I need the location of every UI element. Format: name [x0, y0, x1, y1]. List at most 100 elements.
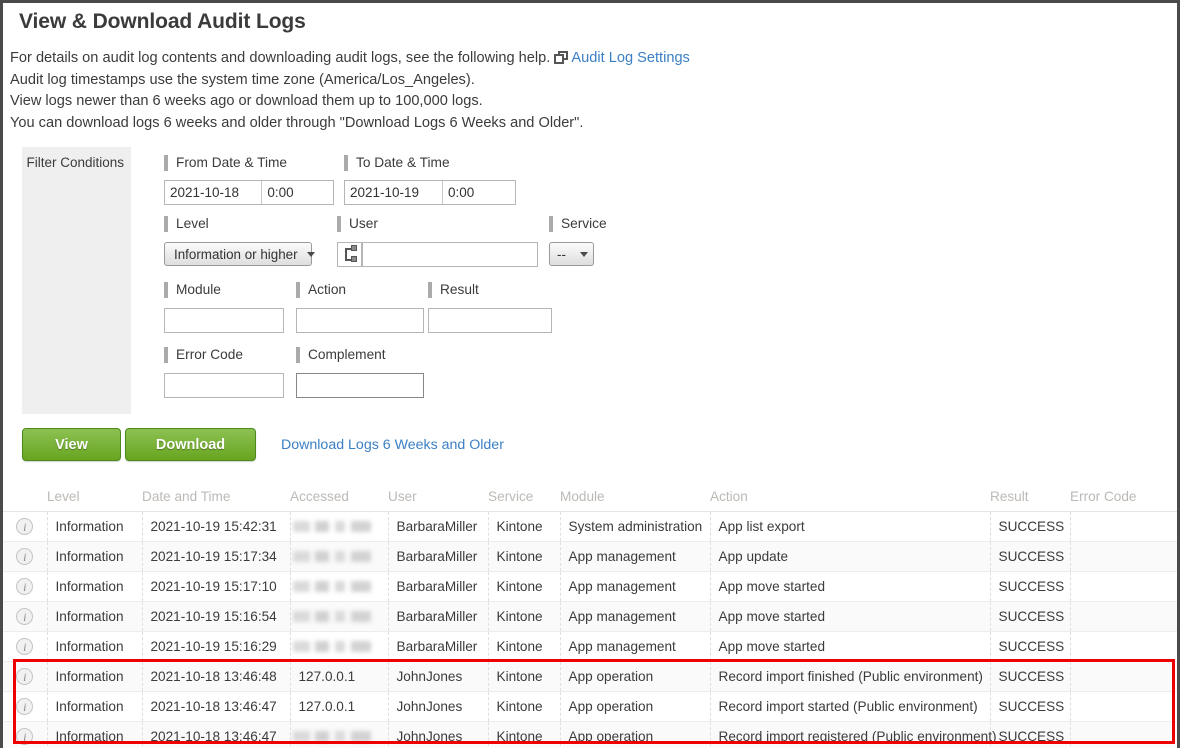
page-description: For details on audit log contents and do… — [10, 48, 1177, 134]
cell-error-code — [1070, 722, 1180, 748]
column-header-user: User — [388, 485, 488, 512]
cell-datetime-text: 2021-10-19 15:17:10 — [143, 579, 277, 594]
cell-accessed — [290, 542, 388, 572]
description-text-1: For details on audit log contents and do… — [10, 50, 550, 66]
to-date-input[interactable]: 2021-10-19 — [345, 181, 443, 204]
service-select[interactable]: -- — [549, 242, 594, 266]
cell-result-text: SUCCESS — [991, 639, 1065, 654]
audit-log-settings-link-label: Audit Log Settings — [571, 50, 689, 66]
from-datetime-field: From Date & Time 2021-10-18 0:00 — [164, 155, 334, 205]
audit-log-table-head: Level Date and Time Accessed User Servic… — [3, 485, 1180, 512]
cell-result: SUCCESS — [990, 512, 1070, 542]
user-tree-picker-icon[interactable] — [337, 242, 362, 267]
column-header-date: Date and Time — [142, 485, 290, 512]
cell-level-text: Information — [48, 519, 124, 534]
cell-error-code — [1070, 572, 1180, 602]
cell-user: BarbaraMiller — [388, 572, 488, 602]
table-row[interactable]: iInformation2021-10-19 15:17:10BarbaraMi… — [3, 572, 1180, 602]
cell-module-text: App management — [561, 609, 676, 624]
info-icon[interactable]: i — [16, 608, 33, 625]
cell-datetime-text: 2021-10-19 15:16:54 — [143, 609, 277, 624]
table-row[interactable]: iInformation2021-10-19 15:42:31BarbaraMi… — [3, 512, 1180, 542]
cell-action: App list export — [710, 512, 990, 542]
row-detail-cell[interactable]: i — [3, 692, 47, 722]
cell-datetime-text: 2021-10-18 13:46:47 — [143, 699, 277, 714]
redacted-ip-mask — [293, 521, 371, 532]
table-row[interactable]: iInformation2021-10-19 15:16:54BarbaraMi… — [3, 602, 1180, 632]
cell-user-text: BarbaraMiller — [389, 519, 478, 534]
download-button[interactable]: Download — [125, 428, 256, 461]
info-icon[interactable]: i — [16, 638, 33, 655]
cell-action-text: App move started — [711, 579, 826, 594]
audit-log-settings-link[interactable]: Audit Log Settings — [554, 50, 689, 66]
level-field: Level Information or higher — [164, 216, 312, 266]
row-detail-cell[interactable]: i — [3, 572, 47, 602]
row-detail-cell[interactable]: i — [3, 662, 47, 692]
service-field: Service -- — [549, 216, 607, 266]
result-field: Result — [428, 282, 552, 333]
table-row[interactable]: iInformation2021-10-18 13:46:48127.0.0.1… — [3, 662, 1180, 692]
cell-service-text: Kintone — [489, 699, 543, 714]
column-header-service: Service — [488, 485, 560, 512]
table-row[interactable]: iInformation2021-10-19 15:16:29BarbaraMi… — [3, 632, 1180, 662]
cell-user: JohnJones — [388, 692, 488, 722]
cell-module: System administration — [560, 512, 710, 542]
to-datetime-group[interactable]: 2021-10-19 0:00 — [344, 180, 516, 205]
cell-datetime: 2021-10-18 13:46:48 — [142, 662, 290, 692]
from-time-input[interactable]: 0:00 — [262, 181, 333, 204]
download-older-logs-link[interactable]: Download Logs 6 Weeks and Older — [281, 437, 504, 453]
result-input[interactable] — [428, 308, 552, 333]
row-detail-cell[interactable]: i — [3, 602, 47, 632]
cell-error-code — [1070, 542, 1180, 572]
to-datetime-label: To Date & Time — [344, 155, 516, 171]
info-icon[interactable]: i — [16, 728, 33, 745]
row-detail-cell[interactable]: i — [3, 722, 47, 748]
cell-module: App management — [560, 632, 710, 662]
cell-level-text: Information — [48, 699, 124, 714]
cell-level: Information — [47, 632, 142, 662]
cell-result: SUCCESS — [990, 662, 1070, 692]
action-input[interactable] — [296, 308, 424, 333]
cell-result-text: SUCCESS — [991, 699, 1065, 714]
cell-datetime: 2021-10-18 13:46:47 — [142, 692, 290, 722]
row-detail-cell[interactable]: i — [3, 512, 47, 542]
info-icon[interactable]: i — [16, 668, 33, 685]
result-label: Result — [428, 282, 552, 298]
cell-accessed — [290, 722, 388, 748]
info-icon[interactable]: i — [16, 578, 33, 595]
error-code-label: Error Code — [164, 347, 284, 363]
chevron-down-icon — [307, 252, 315, 257]
cell-level: Information — [47, 602, 142, 632]
row-detail-cell[interactable]: i — [3, 542, 47, 572]
view-button[interactable]: View — [22, 428, 121, 461]
info-icon[interactable]: i — [16, 698, 33, 715]
cell-level-text: Information — [48, 549, 124, 564]
cell-error-code-text — [1071, 699, 1079, 714]
cell-action: App move started — [710, 572, 990, 602]
description-line-3: View logs newer than 6 weeks ago or down… — [10, 91, 1177, 113]
cell-result-text: SUCCESS — [991, 729, 1065, 744]
module-input[interactable] — [164, 308, 284, 333]
complement-input[interactable] — [296, 373, 424, 398]
cell-service: Kintone — [488, 572, 560, 602]
row-detail-cell[interactable]: i — [3, 632, 47, 662]
from-date-input[interactable]: 2021-10-18 — [165, 181, 262, 204]
cell-datetime-text: 2021-10-18 13:46:48 — [143, 669, 277, 684]
error-code-input[interactable] — [164, 373, 284, 398]
table-row[interactable]: iInformation2021-10-19 15:17:34BarbaraMi… — [3, 542, 1180, 572]
to-time-input[interactable]: 0:00 — [443, 181, 514, 204]
cell-error-code — [1070, 662, 1180, 692]
cell-user: BarbaraMiller — [388, 512, 488, 542]
filter-conditions-legend: Filter Conditions — [22, 147, 131, 414]
cell-error-code-text — [1071, 669, 1079, 684]
info-icon[interactable]: i — [16, 548, 33, 565]
table-row[interactable]: iInformation2021-10-18 13:46:47127.0.0.1… — [3, 692, 1180, 722]
from-datetime-group[interactable]: 2021-10-18 0:00 — [164, 180, 334, 205]
user-input[interactable] — [362, 242, 538, 267]
cell-result: SUCCESS — [990, 572, 1070, 602]
cell-user-text: BarbaraMiller — [389, 639, 478, 654]
table-row[interactable]: iInformation2021-10-18 13:46:47JohnJones… — [3, 722, 1180, 748]
level-select[interactable]: Information or higher — [164, 242, 312, 266]
audit-logs-page: View & Download Audit Logs For details o… — [0, 0, 1180, 748]
info-icon[interactable]: i — [16, 518, 33, 535]
